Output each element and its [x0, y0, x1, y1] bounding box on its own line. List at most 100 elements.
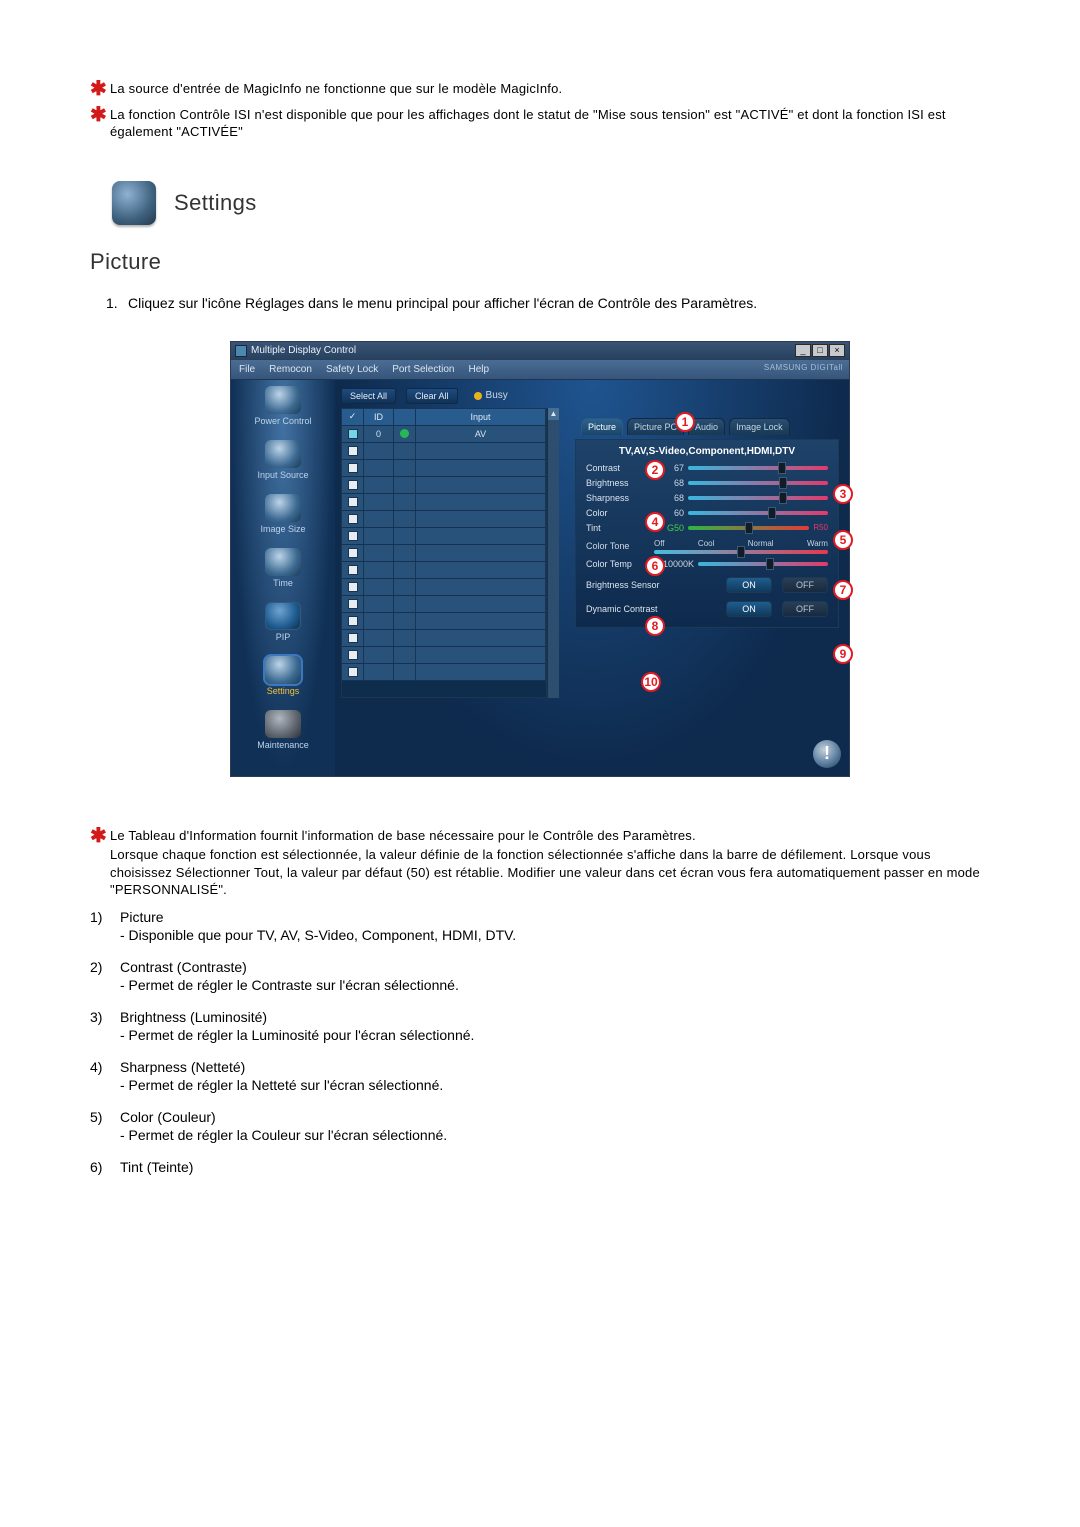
sidebar-item-time[interactable]: Time	[231, 548, 335, 588]
color-tone-label: Color Tone	[586, 541, 654, 551]
color-slider[interactable]	[688, 511, 828, 515]
marker-10: 10	[641, 672, 661, 692]
definition-title: Sharpness (Netteté)	[120, 1059, 990, 1075]
close-button[interactable]: ×	[829, 344, 845, 357]
sidebar-item-input-source[interactable]: Input Source	[231, 440, 335, 480]
definition-item: 2)Contrast (Contraste)- Permet de régler…	[90, 959, 990, 993]
tone-warm: Warm	[807, 539, 828, 548]
list-header: ✓ ID Input	[342, 409, 546, 426]
list-row[interactable]	[342, 596, 546, 613]
sidebar-item-pip[interactable]: PIP	[231, 602, 335, 642]
dynamic-contrast-off-button[interactable]: OFF	[782, 601, 828, 617]
row-checkbox[interactable]	[348, 429, 358, 439]
definition-number: 4)	[90, 1059, 120, 1093]
list-row[interactable]	[342, 443, 546, 460]
row-checkbox[interactable]	[348, 463, 358, 473]
row-checkbox[interactable]	[348, 497, 358, 507]
brightness-sensor-off-button[interactable]: OFF	[782, 577, 828, 593]
list-row[interactable]	[342, 562, 546, 579]
list-row[interactable]	[342, 613, 546, 630]
row-checkbox[interactable]	[348, 446, 358, 456]
contrast-slider[interactable]	[688, 466, 828, 470]
definition-title: Picture	[120, 909, 990, 925]
list-row[interactable]	[342, 579, 546, 596]
sidebar-item-power-control[interactable]: Power Control	[231, 386, 335, 426]
list-scrollbar[interactable]: ▲	[547, 408, 559, 698]
marker-6: 6	[645, 556, 665, 576]
window-title: Multiple Display Control	[251, 345, 356, 356]
time-icon	[265, 548, 301, 576]
info-icon[interactable]: !	[813, 740, 841, 768]
color-label: Color	[586, 508, 654, 518]
list-row[interactable]	[342, 494, 546, 511]
list-row[interactable]	[342, 460, 546, 477]
row-checkbox[interactable]	[348, 599, 358, 609]
menu-help[interactable]: Help	[468, 364, 489, 375]
sidebar-item-label: Power Control	[231, 416, 335, 426]
row-checkbox[interactable]	[348, 565, 358, 575]
row-checkbox[interactable]	[348, 616, 358, 626]
row-checkbox[interactable]	[348, 633, 358, 643]
sidebar-item-settings[interactable]: Settings	[231, 656, 335, 696]
marker-9: 9	[833, 644, 853, 664]
sharpness-slider[interactable]	[688, 496, 828, 500]
sidebar-item-label: PIP	[231, 632, 335, 642]
definition-title: Brightness (Luminosité)	[120, 1009, 990, 1025]
row-checkbox[interactable]	[348, 582, 358, 592]
definition-description: - Disponible que pour TV, AV, S-Video, C…	[120, 927, 990, 943]
select-all-button[interactable]: Select All	[341, 388, 396, 404]
menu-port-selection[interactable]: Port Selection	[392, 364, 454, 375]
titlebar[interactable]: Multiple Display Control _ □ ×	[231, 342, 849, 360]
definition-title: Tint (Teinte)	[120, 1159, 990, 1175]
pip-icon	[265, 602, 301, 630]
row-checkbox[interactable]	[348, 667, 358, 677]
tab-image-lock[interactable]: Image Lock	[729, 418, 790, 435]
busy-label: Busy	[486, 390, 508, 401]
list-row[interactable]	[342, 511, 546, 528]
maximize-button[interactable]: □	[812, 344, 828, 357]
tint-end-label: R50	[813, 523, 828, 532]
col-status	[394, 409, 416, 425]
clear-all-button[interactable]: Clear All	[406, 388, 458, 404]
sidebar-item-maintenance[interactable]: Maintenance	[231, 710, 335, 750]
tab-picture[interactable]: Picture	[581, 418, 623, 435]
list-row[interactable]	[342, 630, 546, 647]
color-temp-slider[interactable]	[698, 562, 828, 566]
panel-header: TV,AV,S-Video,Component,HDMI,DTV	[586, 446, 828, 457]
menu-safety-lock[interactable]: Safety Lock	[326, 364, 378, 375]
row-checkbox[interactable]	[348, 514, 358, 524]
maintenance-icon	[265, 710, 301, 738]
sidebar-item-label: Input Source	[231, 470, 335, 480]
dynamic-contrast-on-button[interactable]: ON	[726, 601, 772, 617]
row-checkbox[interactable]	[348, 480, 358, 490]
main-area: Select All Clear All Busy ✓ ID Input	[335, 380, 849, 776]
brightness-value: 68	[654, 478, 688, 488]
brightness-slider[interactable]	[688, 481, 828, 485]
definition-number: 3)	[90, 1009, 120, 1043]
minimize-button[interactable]: _	[795, 344, 811, 357]
status-dot-icon	[400, 429, 409, 438]
definition-description: - Permet de régler la Couleur sur l'écra…	[120, 1127, 990, 1143]
list-row[interactable]: 0 AV	[342, 426, 546, 443]
row-checkbox[interactable]	[348, 531, 358, 541]
row-checkbox[interactable]	[348, 548, 358, 558]
color-tone-slider[interactable]	[654, 550, 828, 554]
row-checkbox[interactable]	[348, 650, 358, 660]
menu-file[interactable]: File	[239, 364, 255, 375]
dynamic-contrast-row: Dynamic Contrast ON OFF	[586, 601, 828, 617]
list-row[interactable]	[342, 664, 546, 681]
marker-7: 7	[833, 580, 853, 600]
scroll-up-button[interactable]: ▲	[548, 408, 559, 420]
sidebar-item-image-size[interactable]: Image Size	[231, 494, 335, 534]
brightness-sensor-on-button[interactable]: ON	[726, 577, 772, 593]
app-window: Multiple Display Control _ □ × File Remo…	[230, 341, 850, 777]
list-row[interactable]	[342, 477, 546, 494]
device-list: ✓ ID Input 0 AV	[341, 408, 547, 698]
intro-text: Cliquez sur l'icône Réglages dans le men…	[128, 295, 757, 311]
list-row[interactable]	[342, 545, 546, 562]
list-row[interactable]	[342, 528, 546, 545]
list-row[interactable]	[342, 647, 546, 664]
tint-slider[interactable]	[688, 526, 809, 530]
sidebar-item-label: Maintenance	[231, 740, 335, 750]
menu-remocon[interactable]: Remocon	[269, 364, 312, 375]
